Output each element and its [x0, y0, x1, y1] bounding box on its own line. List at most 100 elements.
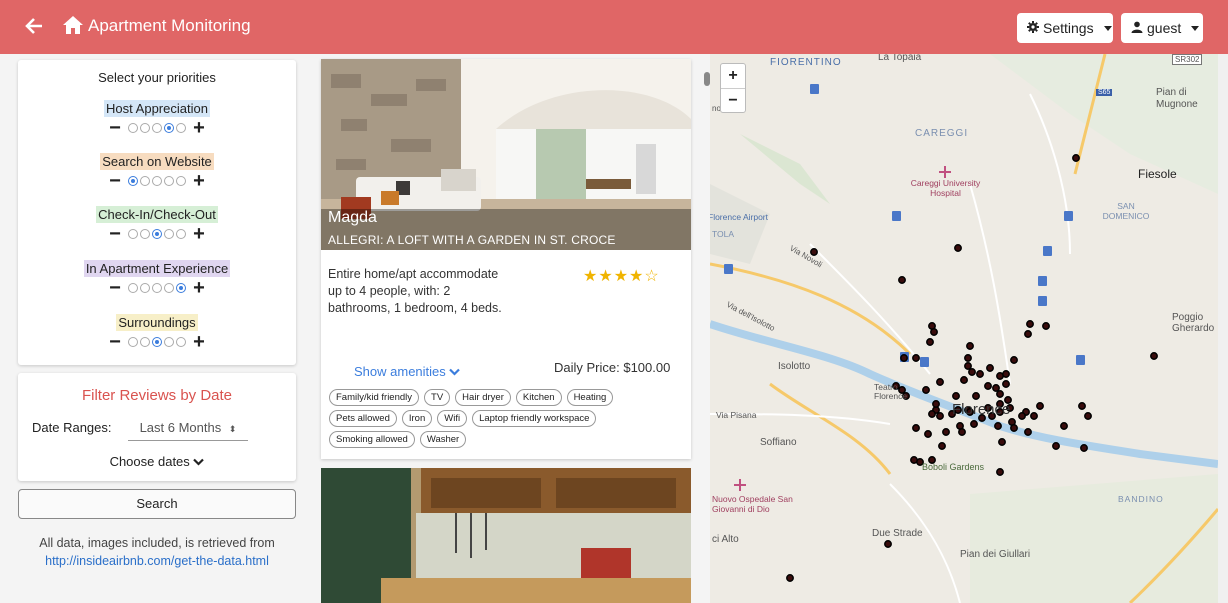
priority-radio[interactable] — [164, 283, 174, 293]
choose-dates-toggle[interactable]: Choose dates — [18, 454, 296, 469]
listing-marker[interactable] — [1080, 444, 1088, 452]
priority-radio[interactable] — [176, 283, 186, 293]
priority-radio[interactable] — [128, 123, 138, 133]
increase-button[interactable]: + — [192, 118, 206, 138]
listing-marker[interactable] — [1036, 402, 1044, 410]
priority-radio[interactable] — [140, 229, 150, 239]
priority-radio[interactable] — [176, 176, 186, 186]
priority-radio[interactable] — [152, 123, 162, 133]
listing-marker[interactable] — [996, 390, 1004, 398]
zoom-in-button[interactable]: + — [721, 64, 745, 88]
search-button[interactable]: Search — [18, 489, 296, 519]
listing-marker[interactable] — [912, 424, 920, 432]
user-dropdown[interactable]: guest — [1121, 13, 1203, 43]
listing-marker[interactable] — [898, 276, 906, 284]
priority-radio[interactable] — [152, 229, 162, 239]
priority-radio[interactable] — [128, 176, 138, 186]
listing-marker[interactable] — [964, 354, 972, 362]
listing-marker[interactable] — [922, 386, 930, 394]
back-arrow-icon[interactable] — [24, 14, 44, 38]
decrease-button[interactable]: − — [108, 118, 122, 138]
listing-card-2-photo[interactable] — [321, 468, 691, 603]
listing-marker[interactable] — [986, 364, 994, 372]
listing-marker[interactable] — [1030, 412, 1038, 420]
priority-radio[interactable] — [152, 283, 162, 293]
listing-marker[interactable] — [996, 468, 1004, 476]
priority-radio[interactable] — [140, 337, 150, 347]
priority-radio[interactable] — [140, 123, 150, 133]
zoom-out-button[interactable]: − — [721, 88, 745, 112]
increase-button[interactable]: + — [192, 171, 206, 191]
map-view[interactable]: FIORENTINO La Topaia SR302 S65 Pian di M… — [710, 54, 1218, 603]
listing-marker[interactable] — [966, 342, 974, 350]
listing-photo[interactable]: Magda ALLEGRI: A LOFT WITH A GARDEN IN S… — [321, 59, 691, 250]
listing-marker[interactable] — [964, 362, 972, 370]
listing-marker[interactable] — [1052, 442, 1060, 450]
priority-radio[interactable] — [164, 123, 174, 133]
listing-marker[interactable] — [884, 540, 892, 548]
listing-marker[interactable] — [912, 354, 920, 362]
priority-radio[interactable] — [176, 123, 186, 133]
listing-marker[interactable] — [786, 574, 794, 582]
listing-marker[interactable] — [1010, 356, 1018, 364]
listing-marker[interactable] — [1010, 424, 1018, 432]
listing-marker[interactable] — [930, 328, 938, 336]
listing-marker[interactable] — [1072, 154, 1080, 162]
priority-radio[interactable] — [176, 229, 186, 239]
panel-resize-handle[interactable] — [704, 72, 710, 86]
listing-marker[interactable] — [984, 382, 992, 390]
listing-marker[interactable] — [936, 378, 944, 386]
priority-radio[interactable] — [176, 337, 186, 347]
data-source-link[interactable]: http://insideairbnb.com/get-the-data.htm… — [45, 554, 269, 568]
decrease-button[interactable]: − — [108, 171, 122, 191]
increase-button[interactable]: + — [192, 332, 206, 352]
priority-radio[interactable] — [152, 176, 162, 186]
listing-marker[interactable] — [900, 354, 908, 362]
listing-marker[interactable] — [928, 410, 936, 418]
listing-marker[interactable] — [952, 392, 960, 400]
listing-card[interactable]: Magda ALLEGRI: A LOFT WITH A GARDEN IN S… — [321, 59, 691, 459]
priority-radio[interactable] — [140, 283, 150, 293]
listing-marker[interactable] — [998, 438, 1006, 446]
increase-button[interactable]: + — [192, 224, 206, 244]
listing-marker[interactable] — [958, 428, 966, 436]
settings-dropdown[interactable]: Settings — [1017, 13, 1113, 43]
listing-marker[interactable] — [954, 244, 962, 252]
show-amenities-toggle[interactable]: Show amenities — [354, 364, 461, 379]
priority-radio[interactable] — [164, 337, 174, 347]
priority-radio[interactable] — [128, 229, 138, 239]
increase-button[interactable]: + — [192, 278, 206, 298]
listing-marker[interactable] — [994, 422, 1002, 430]
listing-marker[interactable] — [968, 368, 976, 376]
listing-marker[interactable] — [972, 392, 980, 400]
listing-marker[interactable] — [1018, 412, 1026, 420]
listing-marker[interactable] — [1060, 422, 1068, 430]
listing-marker[interactable] — [932, 400, 940, 408]
date-range-select[interactable]: Last 6 Months ⬍ — [128, 417, 248, 441]
decrease-button[interactable]: − — [108, 278, 122, 298]
priority-radio[interactable] — [164, 229, 174, 239]
listing-marker[interactable] — [924, 430, 932, 438]
listing-marker[interactable] — [938, 442, 946, 450]
listing-marker[interactable] — [1024, 330, 1032, 338]
listing-marker[interactable] — [976, 370, 984, 378]
listing-marker[interactable] — [942, 428, 950, 436]
listing-marker[interactable] — [1026, 320, 1034, 328]
listing-marker[interactable] — [1150, 352, 1158, 360]
page-scrollbar[interactable] — [1218, 54, 1228, 603]
decrease-button[interactable]: − — [108, 332, 122, 352]
priority-radio[interactable] — [164, 176, 174, 186]
listing-marker[interactable] — [1002, 370, 1010, 378]
listing-marker[interactable] — [992, 384, 1000, 392]
listing-marker[interactable] — [960, 376, 968, 384]
priority-radio[interactable] — [140, 176, 150, 186]
decrease-button[interactable]: − — [108, 224, 122, 244]
listing-marker[interactable] — [1078, 402, 1086, 410]
listing-marker[interactable] — [970, 420, 978, 428]
listing-marker[interactable] — [926, 338, 934, 346]
listing-marker[interactable] — [936, 412, 944, 420]
priority-radio[interactable] — [152, 337, 162, 347]
listing-marker[interactable] — [910, 456, 918, 464]
listing-marker[interactable] — [1084, 412, 1092, 420]
listing-marker[interactable] — [1002, 380, 1010, 388]
